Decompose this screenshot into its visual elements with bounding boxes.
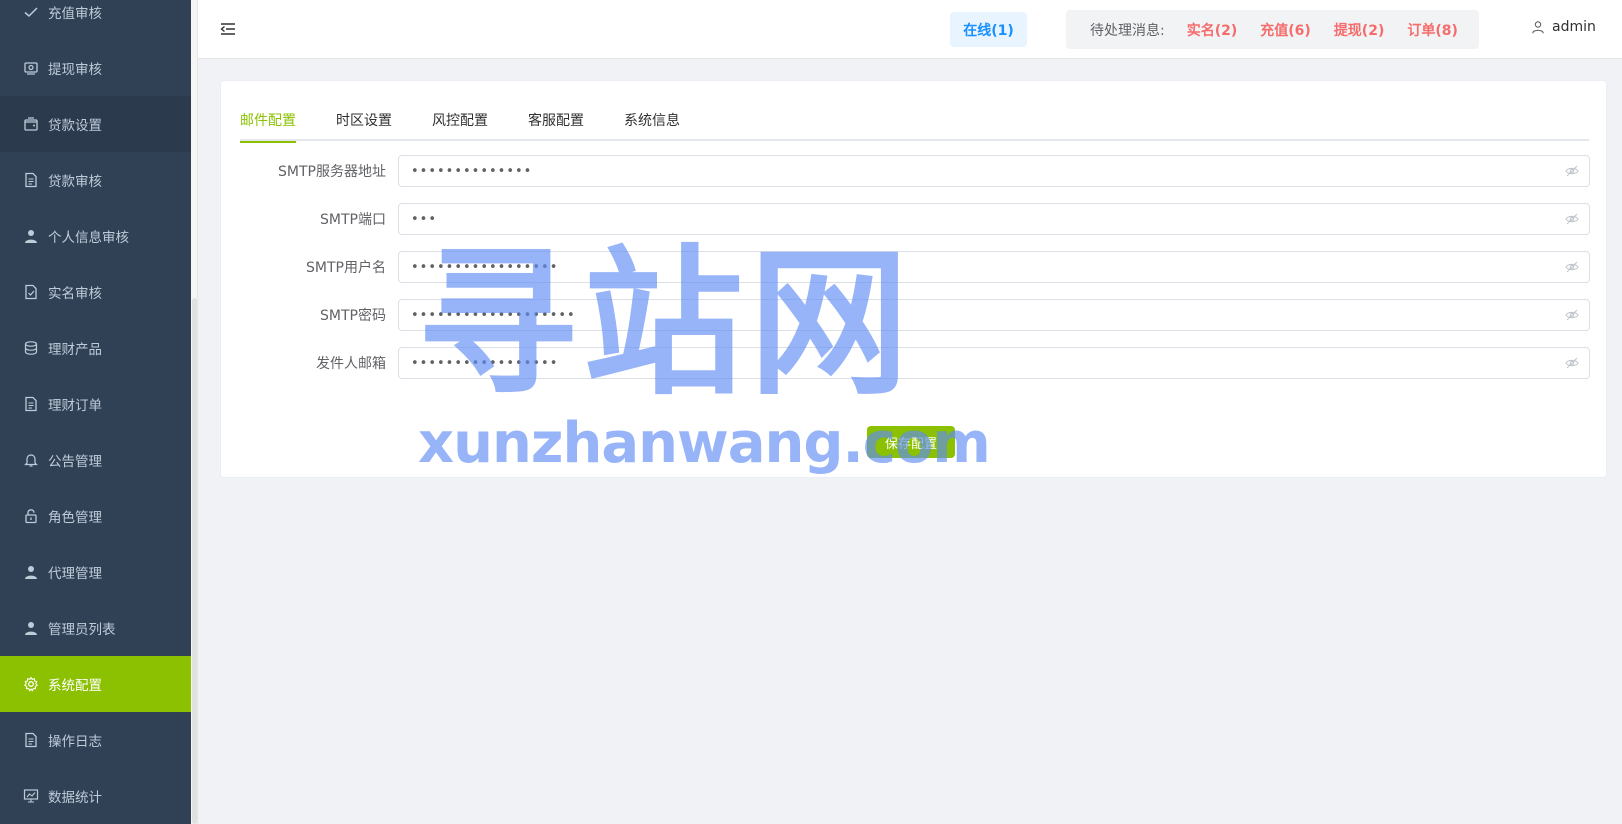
smtp-password-row: SMTP密码 (240, 299, 1590, 331)
sidebar-item-announcements[interactable]: 公告管理 (0, 432, 191, 488)
bell-icon (22, 451, 40, 469)
sender-email-input[interactable] (399, 348, 1589, 378)
smtp-password-label: SMTP密码 (320, 308, 386, 324)
smtp-port-input-wrap (398, 203, 1590, 235)
sidebar-item-label: 系统配置 (48, 678, 102, 694)
eye-off-icon[interactable] (1565, 212, 1579, 226)
sidebar-item-label: 个人信息审核 (48, 230, 129, 246)
sidebar-item-realname-review[interactable]: 实名审核 (0, 264, 191, 320)
tab-risk-control[interactable]: 风控配置 (432, 105, 488, 141)
sidebar-item-label: 充值审核 (48, 6, 102, 22)
eye-off-icon[interactable] (1565, 260, 1579, 274)
folder-icon (22, 115, 40, 133)
document-icon (22, 731, 40, 749)
sidebar-item-roles[interactable]: 角色管理 (0, 488, 191, 544)
user-icon (22, 619, 40, 637)
pending-recharge-link[interactable]: 充值(6) (1260, 20, 1311, 40)
smtp-password-input-wrap (398, 299, 1590, 331)
sidebar-item-finance-products[interactable]: 理财产品 (0, 320, 191, 376)
smtp-username-row: SMTP用户名 (240, 251, 1590, 283)
lock-icon (22, 507, 40, 525)
document-icon (22, 395, 40, 413)
user-icon (22, 227, 40, 245)
smtp-host-row: SMTP服务器地址 (240, 155, 1590, 187)
pending-realname-link[interactable]: 实名(2) (1187, 20, 1238, 40)
eye-off-icon[interactable] (1565, 356, 1579, 370)
tab-email-config[interactable]: 邮件配置 (240, 105, 296, 143)
top-header: 在线(1) 待处理消息: 实名(2) 充值(6) 提现(2) 订单(8) adm… (198, 0, 1622, 59)
tab-system-info[interactable]: 系统信息 (624, 105, 680, 141)
smtp-host-input[interactable] (399, 156, 1589, 186)
tab-timezone[interactable]: 时区设置 (336, 105, 392, 141)
sidebar-item-label: 贷款设置 (48, 118, 102, 134)
smtp-username-label: SMTP用户名 (306, 260, 386, 276)
sidebar-item-operation-log[interactable]: 操作日志 (0, 712, 191, 768)
sidebar-item-recharge-review[interactable]: 充值审核 (0, 0, 191, 40)
eye-off-icon[interactable] (1565, 164, 1579, 178)
config-card: 邮件配置 时区设置 风控配置 客服配置 系统信息 SMTP服务器地址 SMTP端… (220, 80, 1607, 478)
sender-email-input-wrap (398, 347, 1590, 379)
sidebar-item-label: 数据统计 (48, 790, 102, 806)
pending-withdraw-link[interactable]: 提现(2) (1334, 20, 1385, 40)
smtp-username-input-wrap (398, 251, 1590, 283)
sidebar-item-system-config[interactable]: 系统配置 (0, 656, 191, 712)
sender-email-row: 发件人邮箱 (240, 347, 1590, 379)
username: admin (1552, 19, 1596, 35)
sidebar-item-label: 实名审核 (48, 286, 102, 302)
sidebar-item-label: 贷款审核 (48, 174, 102, 190)
user-menu[interactable]: admin (1531, 19, 1596, 35)
sidebar-item-label: 代理管理 (48, 566, 102, 582)
sender-email-label: 发件人邮箱 (316, 356, 386, 372)
coins-icon (22, 339, 40, 357)
sidebar-item-loan-settings[interactable]: 贷款设置 (0, 96, 191, 152)
smtp-port-input[interactable] (399, 204, 1589, 234)
sidebar-item-finance-orders[interactable]: 理财订单 (0, 376, 191, 432)
scrollbar-thumb[interactable] (192, 298, 197, 824)
eye-off-icon[interactable] (1565, 308, 1579, 322)
smtp-host-label: SMTP服务器地址 (278, 164, 386, 180)
smtp-username-input[interactable] (399, 252, 1589, 282)
sidebar-item-loan-review[interactable]: 贷款审核 (0, 152, 191, 208)
sidebar-item-label: 管理员列表 (48, 622, 116, 638)
sidebar-item-label: 角色管理 (48, 510, 102, 526)
sidebar-item-withdraw-review[interactable]: 提现审核 (0, 40, 191, 96)
sidebar-item-label: 理财产品 (48, 342, 102, 358)
sidebar: 充值审核 提现审核 贷款设置 贷款审核 个人信息审核 实名审核 理财产品 理财订… (0, 0, 191, 824)
sidebar-item-profile-review[interactable]: 个人信息审核 (0, 208, 191, 264)
sidebar-scrollbar[interactable] (191, 0, 198, 824)
chart-icon (22, 787, 40, 805)
wallet-icon (22, 59, 40, 77)
gear-icon (22, 675, 40, 693)
sidebar-item-admin-list[interactable]: 管理员列表 (0, 600, 191, 656)
smtp-port-label: SMTP端口 (320, 212, 386, 228)
smtp-password-input[interactable] (399, 300, 1589, 330)
pending-label: 待处理消息: (1090, 22, 1165, 39)
document-icon (22, 171, 40, 189)
smtp-port-row: SMTP端口 (240, 203, 1590, 235)
sidebar-item-statistics[interactable]: 数据统计 (0, 768, 191, 824)
sidebar-item-agents[interactable]: 代理管理 (0, 544, 191, 600)
check-icon (22, 3, 40, 21)
save-config-button[interactable]: 保存配置 (867, 426, 955, 458)
config-tabs: 邮件配置 时区设置 风控配置 客服配置 系统信息 (240, 105, 1589, 143)
tab-customer-service[interactable]: 客服配置 (528, 105, 584, 141)
sidebar-item-label: 提现审核 (48, 62, 102, 78)
smtp-host-input-wrap (398, 155, 1590, 187)
document-check-icon (22, 283, 40, 301)
user-icon (22, 563, 40, 581)
sidebar-item-label: 操作日志 (48, 734, 102, 750)
user-icon (1532, 21, 1544, 34)
hamburger-icon[interactable] (219, 20, 237, 38)
sidebar-item-label: 公告管理 (48, 454, 102, 470)
pending-order-link[interactable]: 订单(8) (1407, 20, 1458, 40)
pending-messages: 待处理消息: 实名(2) 充值(6) 提现(2) 订单(8) (1066, 10, 1479, 49)
online-count-badge[interactable]: 在线(1) (950, 12, 1027, 47)
sidebar-item-label: 理财订单 (48, 398, 102, 414)
